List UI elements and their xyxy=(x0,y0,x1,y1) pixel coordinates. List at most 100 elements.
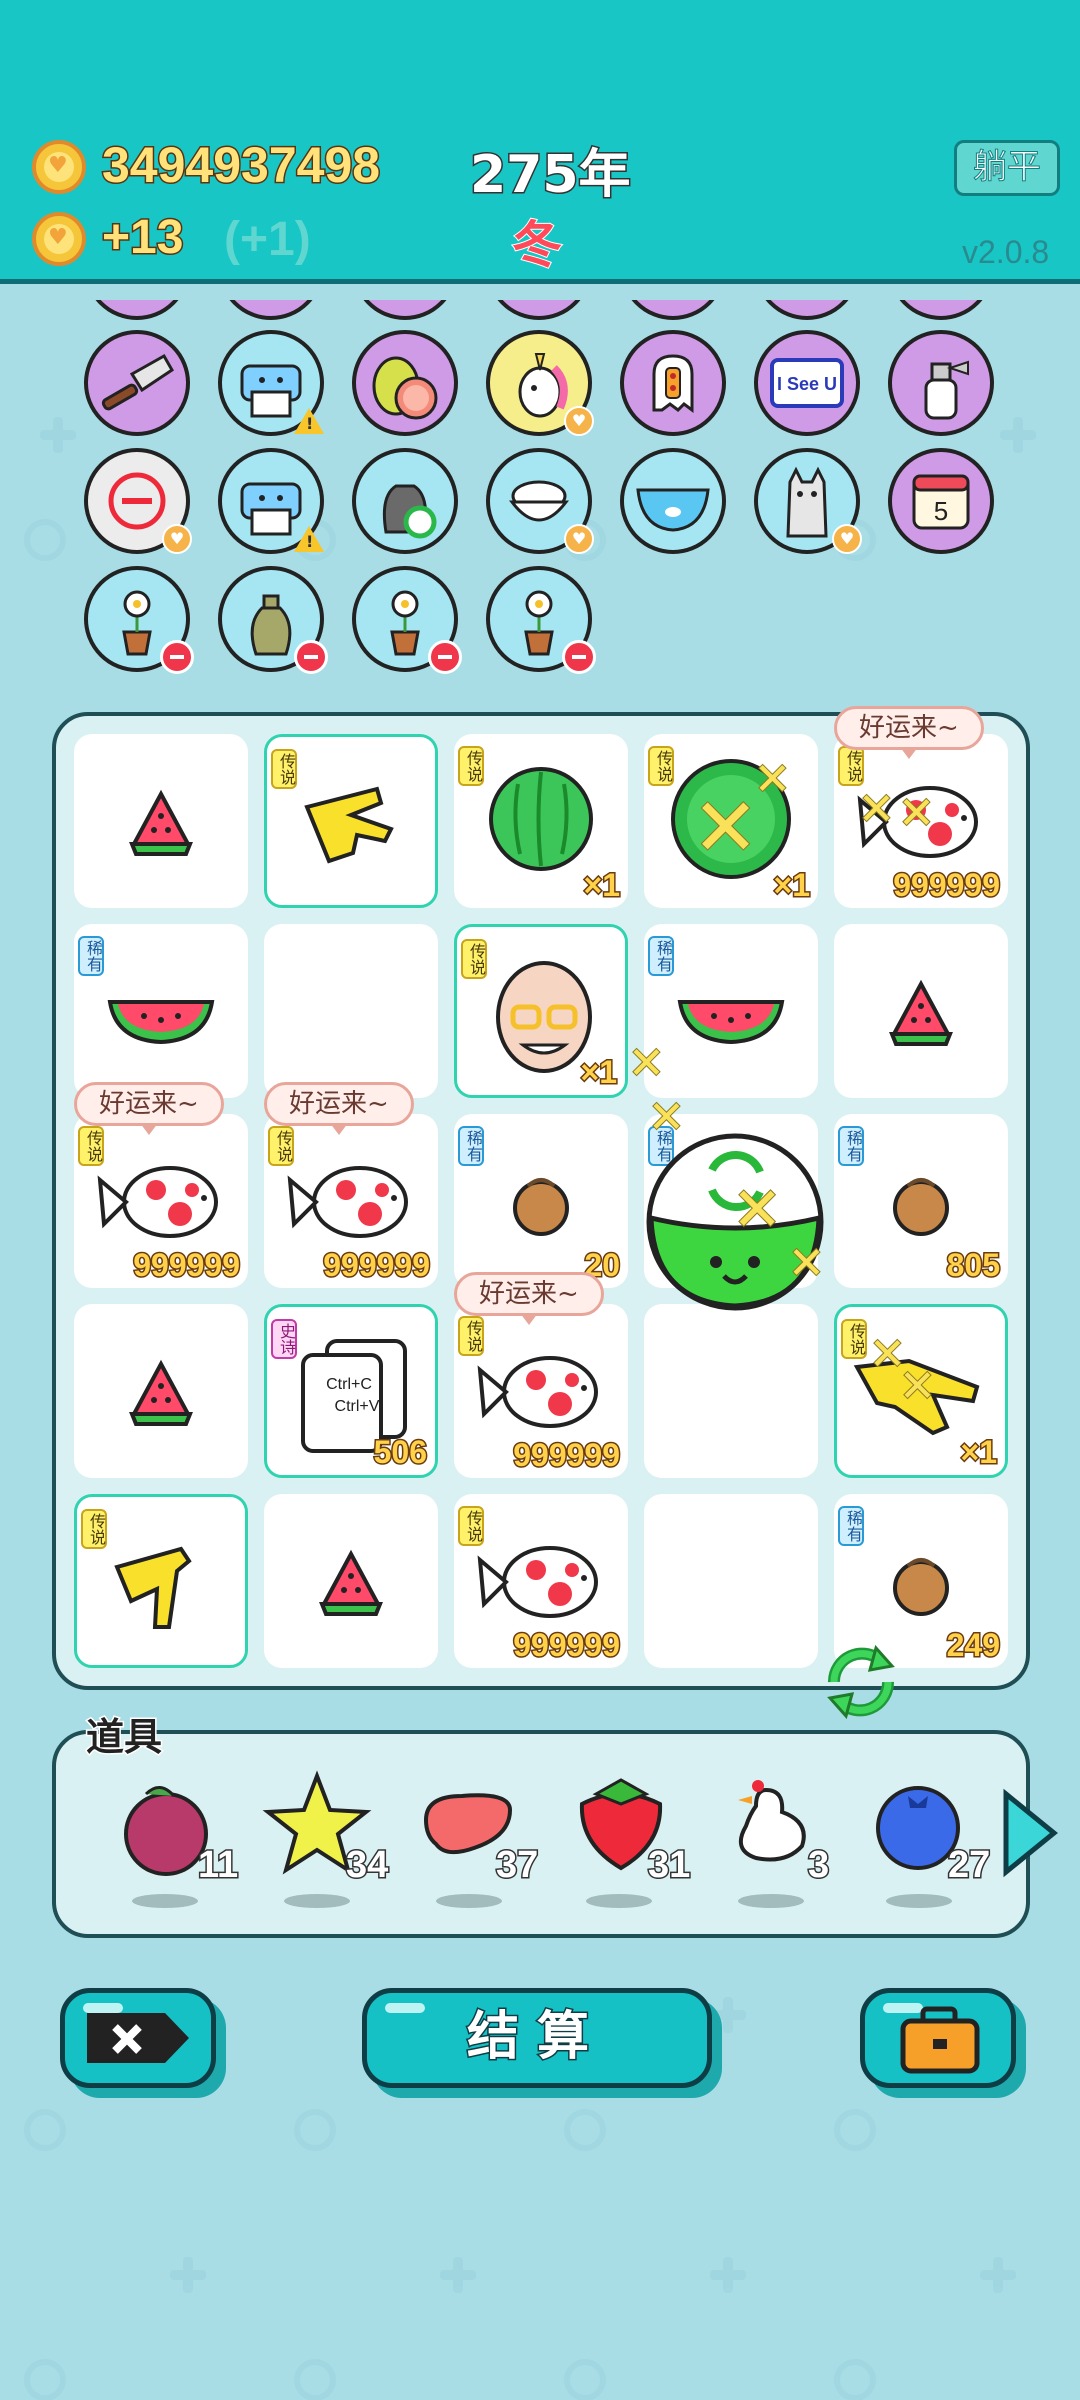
board-cell[interactable]: 传说 ✕ ✕ 999999 xyxy=(834,734,1008,908)
cancel-button[interactable] xyxy=(60,1988,216,2088)
shadow xyxy=(132,1894,198,1908)
board-cell[interactable]: 传说 999999 xyxy=(454,1494,628,1668)
board-cell[interactable] xyxy=(74,734,248,908)
rare-tag: 稀有 xyxy=(648,936,674,976)
shadow xyxy=(886,1894,952,1908)
item-count: ×1 xyxy=(772,866,812,905)
clipped-items-row xyxy=(218,300,324,320)
refresh-icon[interactable] xyxy=(816,1636,906,1726)
printer-icon[interactable] xyxy=(218,448,324,554)
calendar-day: 5 xyxy=(934,496,948,526)
warning-icon xyxy=(294,526,324,552)
rice-bowl-icon[interactable]: ♥ xyxy=(486,448,594,554)
legendary-tag: 传说 xyxy=(458,1506,484,1546)
board-cell[interactable]: 传说 999999 xyxy=(74,1114,248,1288)
cross-mark-icon: ✕ xyxy=(898,1361,937,1412)
heart-icon: ♥ xyxy=(564,406,594,436)
spray-bottle-icon[interactable] xyxy=(888,330,994,436)
board-cell[interactable]: 稀有 xyxy=(644,924,818,1098)
rare-tag: 稀有 xyxy=(838,1126,864,1166)
legendary-tag: 传说 xyxy=(648,746,674,786)
board-cell[interactable]: 传说 xyxy=(264,734,438,908)
cleaver-icon[interactable] xyxy=(84,330,190,436)
board-cell[interactable]: 传说 999999 xyxy=(264,1114,438,1288)
husky-dog-icon[interactable]: ♥ xyxy=(754,448,862,554)
legendary-tag: 传说 xyxy=(461,939,487,979)
printer-icon[interactable] xyxy=(218,330,324,436)
cross-mark-icon: ✕ xyxy=(691,781,760,874)
rare-tag: 稀有 xyxy=(838,1506,864,1546)
board-cell[interactable]: 传说 ×1 xyxy=(454,734,628,908)
gold-total: 3494937498 xyxy=(100,136,381,195)
board-cell-empty[interactable] xyxy=(644,1304,818,1478)
shadow xyxy=(284,1894,350,1908)
item-count: 999999 xyxy=(892,866,1002,905)
shadow xyxy=(738,1894,804,1908)
board-cell[interactable]: 传说 ✕ ✕ ×1 xyxy=(644,734,818,908)
lucky-speech-bubble: 好运来~ xyxy=(264,1082,414,1135)
item-count: 999999 xyxy=(132,1246,242,1285)
cross-mark-icon: ✕ xyxy=(627,1038,666,1089)
board-cell[interactable]: 传说 ✕ ✕ ×1 xyxy=(834,1304,1008,1478)
money-sack-icon[interactable] xyxy=(218,566,328,674)
board-cell[interactable] xyxy=(264,1494,438,1668)
header-divider xyxy=(0,279,1080,284)
remove-badge-icon[interactable] xyxy=(294,640,328,674)
flower-pot-icon[interactable] xyxy=(486,566,596,674)
board-cell[interactable]: 稀有 xyxy=(74,924,248,1098)
lucky-speech-bubble: 好运来~ xyxy=(834,706,984,759)
pomelo-icon[interactable] xyxy=(352,330,458,436)
board-cell-empty[interactable] xyxy=(644,1494,818,1668)
clipped-items-row xyxy=(352,300,458,320)
remove-badge-icon[interactable] xyxy=(160,640,194,674)
ghost-lantern-icon[interactable] xyxy=(620,330,726,436)
item-count: ×1 xyxy=(579,1053,619,1092)
warning-icon xyxy=(294,408,324,434)
board-cell[interactable] xyxy=(834,924,1008,1098)
cross-mark-icon: ✕ xyxy=(731,1175,783,1245)
lie-flat-button[interactable]: 躺平 xyxy=(954,140,1060,196)
board-cell[interactable]: 传说 999999 xyxy=(454,1304,628,1478)
legendary-tag: 传说 xyxy=(841,1319,867,1359)
calendar-icon[interactable]: 5 xyxy=(888,448,994,554)
briefcase-icon xyxy=(900,2006,980,2074)
recycle-bag-icon[interactable] xyxy=(352,448,458,554)
board-cell[interactable]: 稀有 20 xyxy=(454,1114,628,1288)
flower-pot-icon[interactable] xyxy=(84,566,194,674)
gold-gain: +13 xyxy=(100,210,184,266)
item-count: 805 xyxy=(945,1246,1001,1285)
i-see-u-sign-icon[interactable]: I See U xyxy=(754,330,860,436)
settle-button[interactable]: 结算 xyxy=(362,1988,712,2088)
backpack-button[interactable] xyxy=(860,1988,1016,2088)
remove-badge-icon[interactable] xyxy=(562,640,596,674)
top-bar: ♥ 3494937498 ♥ +13 (+1) 275年 冬 躺平 v2.0.8 xyxy=(0,0,1080,280)
board-cell[interactable] xyxy=(74,1304,248,1478)
lucky-speech-bubble: 好运来~ xyxy=(454,1272,604,1325)
gold-gain-bonus: (+1) xyxy=(224,213,311,266)
gold-coin-icon: ♥ xyxy=(32,140,86,194)
board-cell-empty[interactable] xyxy=(264,924,438,1098)
board-cell[interactable]: 传说 xyxy=(74,1494,248,1668)
no-entry-icon[interactable]: ♥ xyxy=(84,448,192,554)
prop-count: 34 xyxy=(344,1843,389,1888)
board-cell[interactable]: 传说 ×1 xyxy=(454,924,628,1098)
legendary-tag: 传说 xyxy=(78,1126,104,1166)
fish-tank-icon[interactable] xyxy=(620,448,726,554)
board-cell[interactable]: 史诗 Ctrl+C Ctrl+V 506 xyxy=(264,1304,438,1478)
gold-coin-icon: ♥ xyxy=(32,212,86,266)
unicorn-icon[interactable]: ♥ xyxy=(486,330,594,436)
flower-pot-icon[interactable] xyxy=(352,566,462,674)
remove-badge-icon[interactable] xyxy=(428,640,462,674)
legendary-tag: 传说 xyxy=(458,746,484,786)
lucky-speech-bubble: 好运来~ xyxy=(74,1082,224,1135)
cross-mark-icon: ✕ xyxy=(753,754,792,805)
year-label: 275年 xyxy=(469,144,633,207)
cross-mark-icon: ✕ xyxy=(857,784,896,835)
item-count: 999999 xyxy=(512,1626,622,1665)
clipped-items-row xyxy=(888,300,994,320)
season-label: 冬 xyxy=(511,215,563,275)
item-count: 249 xyxy=(945,1626,1001,1665)
board-cell[interactable]: 稀有 805 xyxy=(834,1114,1008,1288)
next-arrow-icon[interactable] xyxy=(1000,1788,1060,1878)
prop-count: 11 xyxy=(196,1843,239,1888)
